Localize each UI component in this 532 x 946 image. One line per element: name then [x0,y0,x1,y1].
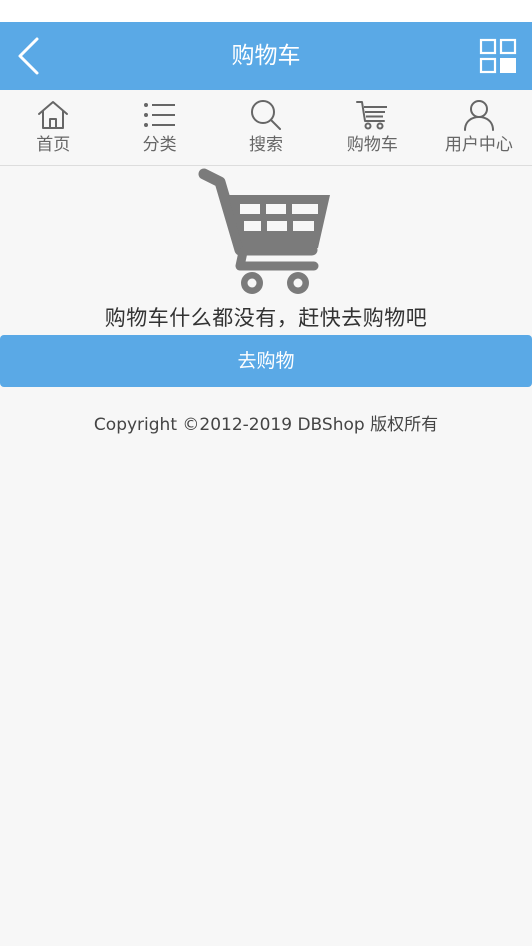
nav-label-home: 首页 [36,135,71,155]
nav-item-search[interactable]: 搜索 [213,90,319,166]
go-shopping-button[interactable]: 去购物 [0,335,532,387]
nav-item-user[interactable]: 用户中心 [426,90,532,166]
nav-item-home[interactable]: 首页 [0,90,106,166]
top-nav: 首页 分类 搜索 购物车 用户中心 [0,90,532,166]
shopping-cart-icon [198,168,330,294]
list-icon [142,98,178,132]
app-header: 购物车 [0,22,532,90]
back-button[interactable] [6,32,50,80]
nav-label-cart: 购物车 [346,135,398,155]
chevron-left-icon [18,37,39,75]
copyright-text: Copyright ©2012-2019 DBShop 版权所有 [93,415,439,435]
cart-icon [354,98,390,132]
grid-menu-button[interactable] [474,35,522,77]
nav-item-category[interactable]: 分类 [106,90,212,166]
user-icon [461,98,497,132]
nav-label-category: 分类 [142,135,177,155]
status-bar [0,0,532,22]
nav-label-user: 用户中心 [444,135,513,155]
nav-label-search: 搜索 [249,135,284,155]
grid-menu-icon [479,38,517,74]
page-title: 购物车 [231,43,301,69]
search-icon [248,98,284,132]
home-icon [35,98,71,132]
empty-cart-message: 购物车什么都没有，赶快去购物吧 [104,306,428,330]
nav-item-cart[interactable]: 购物车 [319,90,425,166]
